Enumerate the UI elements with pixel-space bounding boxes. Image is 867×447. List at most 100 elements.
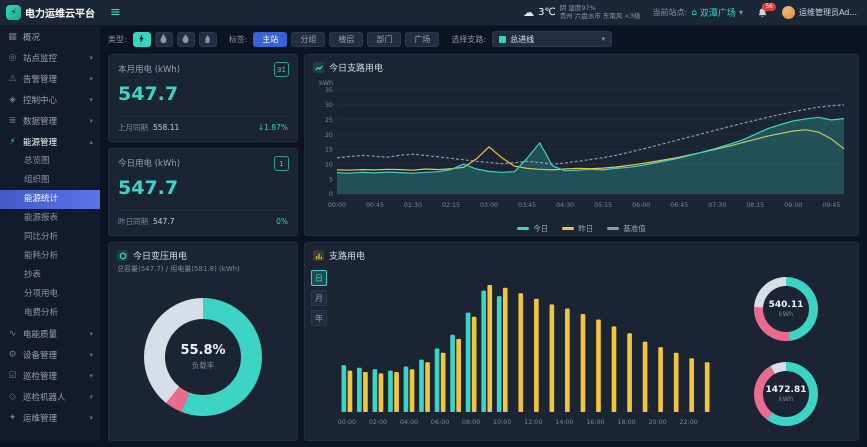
sidebar-item-device-management[interactable]: ⚙设备管理▾: [0, 344, 100, 365]
branch-bar-chart[interactable]: 00:0002:0004:0006:0008:0010:0012:0014:00…: [331, 266, 716, 436]
heat-type-button[interactable]: [199, 32, 217, 47]
svg-text:22:00: 22:00: [679, 419, 697, 426]
branch-select[interactable]: 总进线 ▾: [492, 31, 612, 47]
branch-select-label: 选择支路:: [451, 34, 486, 45]
svg-text:00:45: 00:45: [366, 202, 384, 209]
submenu-item-energy-statistics[interactable]: 能源统计: [0, 190, 100, 209]
gauge-1-unit: kWh: [779, 310, 793, 318]
wave-icon: ∿: [7, 329, 18, 339]
period-toggle-year[interactable]: 年: [311, 310, 327, 326]
charts-column: 今日支路用电 05101520253035kWh00:0000:4501:300…: [304, 54, 859, 441]
submenu-item-meter-reading[interactable]: 抄表: [0, 266, 100, 285]
sidebar-item-label: 巡检管理: [23, 370, 84, 382]
house-icon: ⌂: [691, 8, 697, 18]
svg-text:00:00: 00:00: [328, 202, 346, 209]
sidebar-item-power-quality[interactable]: ∿电能质量▾: [0, 323, 100, 344]
tag-button-main-station[interactable]: 主站: [253, 32, 287, 47]
type-filter-label: 类型:: [108, 34, 127, 45]
branch-line-chart[interactable]: 05101520253035kWh00:0000:4501:3002:1503:…: [305, 76, 858, 221]
svg-text:15: 15: [325, 147, 333, 154]
line-chart-title: 今日支路用电: [329, 61, 383, 74]
tag-button-floor[interactable]: 楼层: [329, 32, 363, 47]
svg-text:0: 0: [329, 191, 333, 198]
svg-text:5: 5: [329, 176, 333, 183]
electric-icon: [137, 32, 146, 47]
period-toggle-month[interactable]: 月: [311, 290, 327, 306]
type-filter-group: [133, 32, 217, 47]
transformer-caption: 总容量(547.7) / 用电量(581.8) (kWh): [109, 264, 297, 274]
compare-value: 547.7: [153, 217, 174, 226]
sidebar-item-inspection-robot[interactable]: ◇ 巡检机器人 ▾: [0, 386, 100, 407]
sidebar-item-label: 运维管理: [23, 412, 84, 424]
robot-icon: ◇: [7, 392, 18, 402]
menu-toggle-icon[interactable]: ≡: [110, 5, 121, 20]
gas-type-button[interactable]: [177, 32, 195, 47]
user-menu[interactable]: 运维管理员Ad...: [782, 6, 857, 19]
tag-button-department[interactable]: 部门: [367, 32, 401, 47]
sidebar-item-overview[interactable]: ▦概况: [0, 26, 100, 47]
gauge-2-unit: kWh: [779, 395, 793, 403]
sidebar-item-energy-management[interactable]: ⚡能源管理▴: [0, 131, 100, 152]
tag-button-group[interactable]: 分组: [291, 32, 325, 47]
submenu-item-yoy-analysis[interactable]: 同比分析: [0, 228, 100, 247]
submenu-item-fee-analysis[interactable]: 电费分析: [0, 304, 100, 323]
submenu-item-subitem-power[interactable]: 分项用电: [0, 285, 100, 304]
branch-gauge-1[interactable]: 540.11 kWh: [754, 277, 818, 341]
water-type-button[interactable]: [155, 32, 173, 47]
sidebar-item-label: 巡检机器人: [23, 391, 84, 403]
submenu-item-org-map[interactable]: 组织图: [0, 171, 100, 190]
tag-button-plaza[interactable]: 广场: [405, 32, 439, 47]
legend-label: 基准值: [623, 223, 646, 234]
legend-label: 昨日: [578, 223, 593, 234]
branch-gauge-2[interactable]: 1472.81 kWh: [754, 362, 818, 426]
svg-text:04:00: 04:00: [400, 419, 418, 426]
gas-icon: [181, 32, 190, 47]
tag-filter-label: 标签:: [229, 34, 248, 45]
station-select[interactable]: ⌂ 双潭广场 ▾: [691, 6, 743, 19]
svg-text:25: 25: [325, 117, 333, 124]
station-value: 双潭广场: [700, 6, 736, 19]
top-bar: ⚡ 电力运维云平台 ≡ ☁ 3℃ 阴 湿度97% 贵州 六盘水市 东南风 <3级…: [0, 0, 867, 26]
sidebar-item-alarm-management[interactable]: ⚠告警管理▾: [0, 68, 100, 89]
alarm-icon: ⚠: [7, 74, 18, 84]
chevron-icon: ▴: [89, 138, 93, 146]
sidebar-item-ops-management[interactable]: ✦运维管理▾: [0, 407, 100, 428]
svg-text:10: 10: [325, 161, 333, 168]
submenu-item-consumption-analysis[interactable]: 能耗分析: [0, 247, 100, 266]
sidebar-item-inspection-management[interactable]: ☑巡检管理▾: [0, 365, 100, 386]
sidebar-item-label: 告警管理: [23, 73, 84, 85]
line-chart-icon: [313, 62, 324, 73]
sidebar-item-control-center[interactable]: ◈控制中心▾: [0, 89, 100, 110]
water-icon: [159, 32, 168, 47]
month-usage-compare: 上月同期 558.11 ↓1.87%: [118, 116, 288, 133]
station-label: 当前站点:: [653, 7, 688, 18]
legend-item-基准值[interactable]: 基准值: [607, 223, 646, 234]
legend-item-昨日[interactable]: 昨日: [562, 223, 593, 234]
legend-marker-icon: [562, 227, 574, 230]
temperature: 3℃: [538, 7, 556, 18]
branch-color-icon: [499, 36, 506, 43]
sidebar-menu: ▦概况◎站点监控▾⚠告警管理▾◈控制中心▾≣数据管理▾⚡能源管理▴总览图组织图能…: [0, 26, 100, 441]
svg-text:16:00: 16:00: [586, 419, 604, 426]
sidebar-item-site-monitoring[interactable]: ◎站点监控▾: [0, 47, 100, 68]
chevron-icon: ▾: [89, 393, 93, 401]
electric-type-button[interactable]: [133, 32, 151, 47]
user-name: 运维管理员Ad...: [799, 7, 857, 18]
submenu-item-overview-map[interactable]: 总览图: [0, 152, 100, 171]
legend-item-今日[interactable]: 今日: [517, 223, 548, 234]
notification-bell[interactable]: 56: [757, 7, 768, 19]
chevron-icon: ▾: [89, 54, 93, 62]
submenu-item-energy-report[interactable]: 能源报表: [0, 209, 100, 228]
month-usage-value: 547.7: [118, 83, 288, 105]
load-rate-donut[interactable]: 55.8% 负载率: [144, 298, 262, 416]
svg-text:12:00: 12:00: [524, 419, 542, 426]
dashboard-content: 本月用电 (kWh) 31 547.7 上月同期 558.11 ↓1.87% 今…: [100, 52, 867, 447]
svg-text:02:15: 02:15: [442, 202, 460, 209]
sidebar-item-data-management[interactable]: ≣数据管理▾: [0, 110, 100, 131]
chevron-icon: ▾: [89, 351, 93, 359]
kpi-column: 本月用电 (kWh) 31 547.7 上月同期 558.11 ↓1.87% 今…: [108, 54, 298, 441]
svg-text:kWh: kWh: [319, 80, 333, 87]
period-toggle-day[interactable]: 日: [311, 270, 327, 286]
svg-text:06:00: 06:00: [632, 202, 650, 209]
sidebar-item-label: 数据管理: [23, 115, 84, 127]
